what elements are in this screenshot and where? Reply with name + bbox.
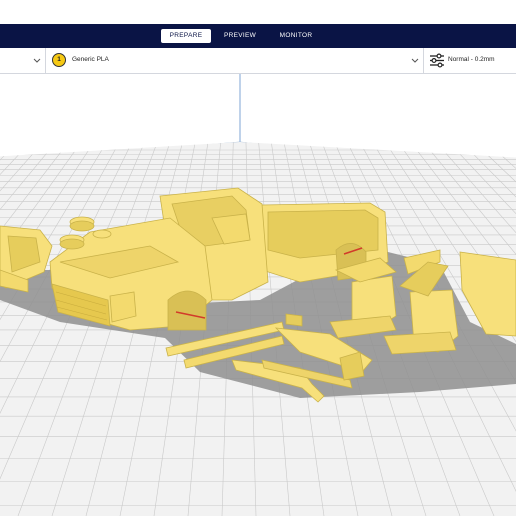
- printer-dropdown-chevron-down-icon[interactable]: [32, 55, 42, 65]
- stage-menu: PREPARE PREVIEW MONITOR: [0, 24, 516, 48]
- 3d-viewport[interactable]: [0, 74, 516, 516]
- title-bar: [0, 0, 516, 24]
- build-volume-scene: [0, 74, 516, 516]
- toolbar-divider: [423, 48, 424, 74]
- toolbar-divider: [45, 48, 46, 74]
- extruder-badge[interactable]: 1: [52, 53, 66, 67]
- print-settings-sliders-icon[interactable]: [429, 53, 445, 68]
- print-profile-label[interactable]: Normal - 0.2mm: [448, 56, 495, 63]
- material-name[interactable]: Generic PLA: [72, 56, 109, 63]
- print-setup-toolbar: 1 Generic PLA Normal - 0.2mm: [0, 48, 516, 74]
- tab-monitor[interactable]: MONITOR: [274, 29, 318, 43]
- tab-prepare[interactable]: PREPARE: [161, 29, 211, 43]
- material-dropdown-chevron-down-icon[interactable]: [410, 55, 420, 65]
- tab-preview[interactable]: PREVIEW: [218, 29, 262, 43]
